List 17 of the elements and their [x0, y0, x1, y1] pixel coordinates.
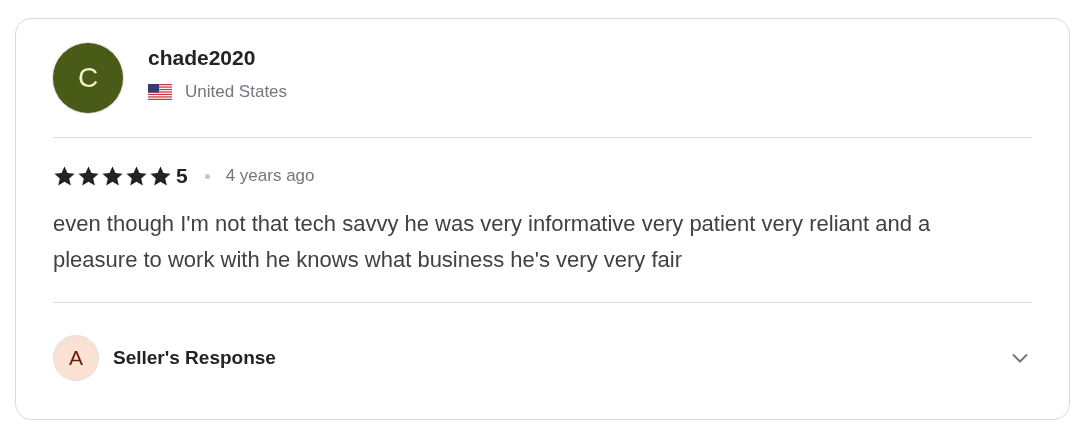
review-time: 4 years ago [225, 166, 315, 186]
seller-response-label: Seller's Response [113, 347, 277, 369]
flag-icon [148, 84, 172, 100]
rating-value: 5 [176, 164, 188, 188]
star-icon [77, 164, 100, 188]
seller-response-toggle[interactable]: A Seller's Response [53, 335, 1032, 381]
separator-dot [204, 173, 210, 179]
star-icon [101, 164, 124, 188]
star-icon [125, 164, 148, 188]
user-avatar: C [53, 43, 123, 113]
country-label: United States [185, 82, 288, 102]
seller-avatar: A [53, 335, 99, 381]
chevron-icon[interactable] [1012, 353, 1028, 363]
star-icon [53, 164, 76, 188]
username: chade2020 [148, 46, 257, 70]
review-text: even though I'm not that tech savvy he was very informative very patient very reliant and a pleasure to work with he knows what business he's very very fair [53, 210, 932, 274]
star-icon [149, 164, 172, 188]
